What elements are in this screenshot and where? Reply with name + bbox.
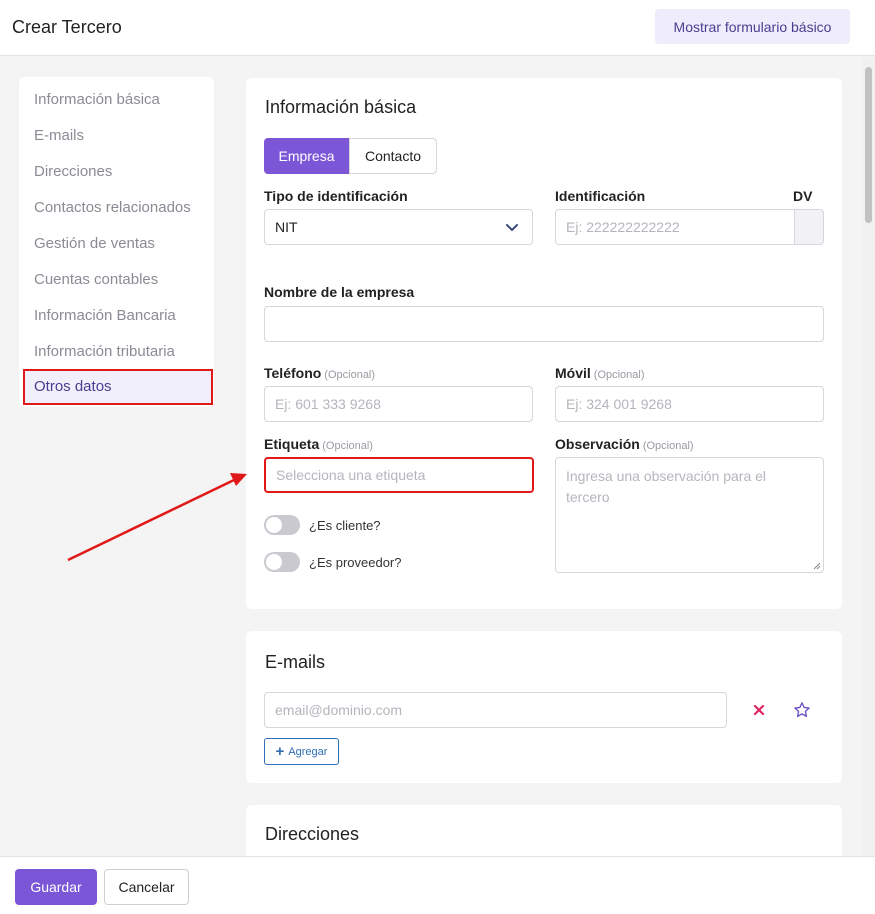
dv-input[interactable] xyxy=(794,209,824,245)
sidebar-item-emails[interactable]: E-mails xyxy=(34,127,84,151)
observation-label-text: Observación xyxy=(555,436,640,452)
mobile-label-text: Móvil xyxy=(555,365,591,381)
scrollbar[interactable] xyxy=(862,57,875,856)
sidebar-item-gestion-ventas[interactable]: Gestión de ventas xyxy=(34,235,155,259)
sidebar-item-otros-datos[interactable]: Otros datos xyxy=(23,369,213,405)
basic-info-title: Información básica xyxy=(265,97,417,117)
mobile-input[interactable]: Ej: 324 001 9268 xyxy=(555,386,824,422)
sidebar-item-cuentas-contables[interactable]: Cuentas contables xyxy=(34,271,158,295)
addresses-title: Direcciones xyxy=(265,824,360,844)
emails-title: E-mails xyxy=(265,652,326,672)
is-supplier-label: ¿Es proveedor? xyxy=(309,555,402,570)
page-title: Crear Tercero xyxy=(12,17,122,37)
phone-placeholder: Ej: 601 333 9268 xyxy=(275,396,381,412)
email-placeholder: email@dominio.com xyxy=(275,702,403,718)
is-supplier-toggle[interactable] xyxy=(264,552,300,572)
remove-email-button[interactable] xyxy=(748,699,770,721)
emails-card: E-mails email@dominio.com + Agregar xyxy=(246,631,842,783)
email-input[interactable]: email@dominio.com xyxy=(264,692,727,728)
mobile-placeholder: Ej: 324 001 9268 xyxy=(566,396,672,412)
addresses-card: Direcciones xyxy=(246,805,842,856)
sidebar-item-contactos-relacionados[interactable]: Contactos relacionados xyxy=(34,199,191,223)
observation-placeholder: Ingresa una observación para el tercero xyxy=(566,468,767,505)
tag-placeholder: Selecciona una etiqueta xyxy=(276,467,426,483)
sidebar-nav: Información básica E-mails Direcciones C… xyxy=(19,77,214,407)
observation-optional: (Opcional) xyxy=(642,440,694,452)
phone-label: Teléfono (Opcional) xyxy=(264,365,375,381)
top-bar: Crear Tercero Mostrar formulario básico xyxy=(0,0,875,56)
id-type-label: Tipo de identificación xyxy=(264,188,408,204)
identification-input[interactable]: Ej: 222222222222 xyxy=(555,209,795,245)
phone-optional: (Opcional) xyxy=(324,369,376,381)
company-name-label: Nombre de la empresa xyxy=(264,284,415,300)
is-client-toggle[interactable] xyxy=(264,515,300,535)
observation-label: Observación (Opcional) xyxy=(555,436,694,452)
basic-info-card: Información básica Empresa Contacto Tipo… xyxy=(246,78,842,609)
show-basic-form-button[interactable]: Mostrar formulario básico xyxy=(655,9,850,44)
observation-textarea[interactable]: Ingresa una observación para el tercero xyxy=(555,457,824,573)
phone-label-text: Teléfono xyxy=(264,365,322,381)
sidebar-item-informacion-bancaria[interactable]: Información Bancaria xyxy=(34,307,176,331)
company-name-input[interactable] xyxy=(264,306,824,342)
add-email-button[interactable]: + Agregar xyxy=(264,738,339,765)
id-type-select[interactable]: NIT xyxy=(264,209,533,245)
cancel-button[interactable]: Cancelar xyxy=(104,869,189,905)
scrollbar-thumb[interactable] xyxy=(865,67,872,223)
sidebar-item-direcciones[interactable]: Direcciones xyxy=(34,163,112,187)
dv-label: DV xyxy=(793,188,813,204)
mobile-label: Móvil (Opcional) xyxy=(555,365,645,381)
close-icon xyxy=(753,704,765,716)
resize-handle-icon[interactable] xyxy=(811,560,821,570)
id-type-value: NIT xyxy=(275,219,298,235)
save-button[interactable]: Guardar xyxy=(15,869,97,905)
tag-label-text: Etiqueta xyxy=(264,436,320,452)
add-email-label: Agregar xyxy=(288,745,328,758)
favorite-email-button[interactable] xyxy=(791,699,813,721)
tab-contacto[interactable]: Contacto xyxy=(349,138,437,174)
chevron-down-icon xyxy=(506,224,518,231)
phone-input[interactable]: Ej: 601 333 9268 xyxy=(264,386,533,422)
tag-optional: (Opcional) xyxy=(322,440,373,452)
sidebar-item-informacion-tributaria[interactable]: Información tributaria xyxy=(34,343,175,367)
plus-icon: + xyxy=(275,743,285,760)
identification-label: Identificación xyxy=(555,188,646,204)
tab-empresa[interactable]: Empresa xyxy=(264,138,349,174)
star-icon xyxy=(794,702,810,718)
is-client-label: ¿Es cliente? xyxy=(309,518,381,533)
identification-placeholder: Ej: 222222222222 xyxy=(566,219,680,235)
mobile-optional: (Opcional) xyxy=(593,369,645,381)
tag-label: Etiqueta (Opcional) xyxy=(264,436,373,452)
tag-select[interactable]: Selecciona una etiqueta xyxy=(264,457,534,493)
sidebar-item-informacion-basica[interactable]: Información básica xyxy=(34,91,160,115)
footer-bar: Guardar Cancelar xyxy=(0,856,875,914)
